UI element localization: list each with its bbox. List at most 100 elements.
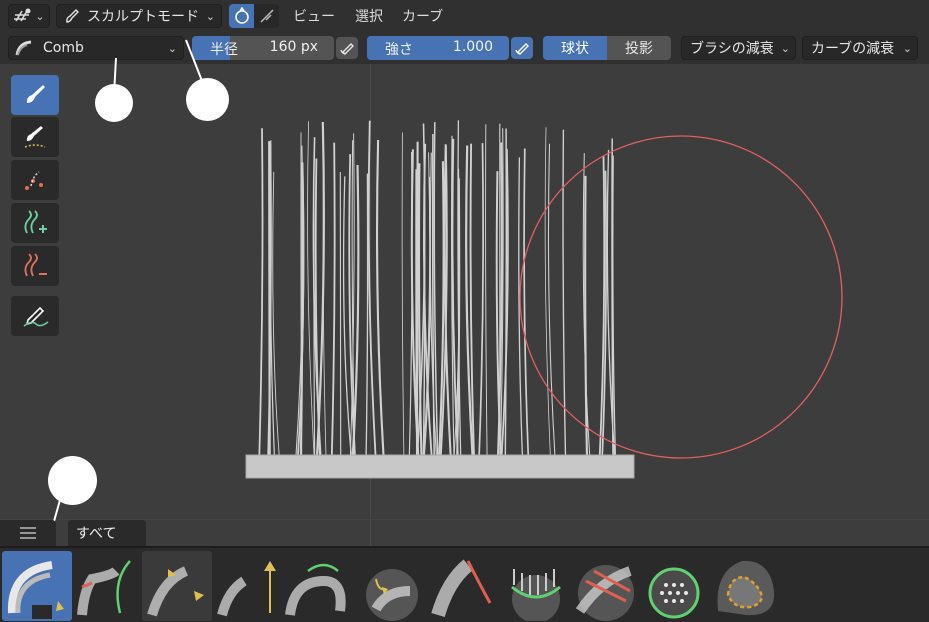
menu-view[interactable]: ビュー (293, 6, 335, 26)
curve-falloff-label: カーブの減衰 (811, 41, 895, 57)
falloff-shape-sphere-label: 球状 (561, 41, 589, 57)
falloff-shape-projected[interactable]: 投影 (607, 36, 671, 60)
hair-strand (547, 143, 556, 458)
hair-strand (365, 173, 369, 458)
tool-delete-curves[interactable] (11, 246, 59, 286)
asset-shelf (0, 546, 929, 622)
hair-strand (415, 141, 419, 458)
brush-tool-icon (26, 85, 45, 103)
tool-annotate[interactable] (11, 296, 59, 336)
callout-marker-brush (95, 84, 133, 122)
annotate-brush-icon (24, 126, 46, 148)
menu-select[interactable]: 選択 (355, 6, 383, 26)
hair-strand (268, 141, 271, 458)
radius-label: 半径 (210, 42, 238, 58)
sculpt-brush-icon (66, 8, 80, 23)
hair-strand (375, 139, 385, 458)
slide-brush-thumbnail-icon (366, 569, 418, 621)
brush-selector[interactable]: Comb ⌄ (8, 36, 184, 60)
occlusion-toggle[interactable] (229, 4, 254, 28)
hair-strand (485, 124, 488, 458)
mode-label: スカルプトモード (87, 9, 199, 25)
emitter-plane (245, 454, 635, 479)
snake-hook-brush-thumbnail-icon (285, 563, 346, 616)
comb-brush-thumbnail-icon (7, 561, 64, 619)
brush-asset-grow-shrink[interactable] (214, 551, 284, 621)
hair-curves (245, 120, 843, 479)
density-brush-thumbnail-icon (511, 569, 561, 622)
strength-pressure-toggle[interactable] (511, 37, 533, 59)
pen-pressure-icon (340, 43, 354, 55)
pinch-brush-thumbnail-icon (147, 566, 204, 617)
callout-marker-mode (186, 78, 229, 121)
grow-shrink-brush-thumbnail-icon (217, 561, 276, 617)
shelf-tab-label: すべて (76, 526, 117, 542)
hair-strand (504, 128, 508, 458)
brush-asset-density[interactable] (500, 551, 570, 622)
add-brush-thumbnail-icon (77, 560, 131, 616)
hair-strand (478, 143, 485, 458)
tool-draw-points[interactable] (11, 160, 59, 200)
cut-brush-thumbnail-icon (575, 565, 634, 621)
brush-asset-slide[interactable] (356, 551, 426, 621)
hair-strand (367, 120, 377, 458)
radius-value: 160 px (269, 39, 318, 55)
hamburger-menu-icon (20, 527, 36, 539)
brush-asset-cut[interactable] (570, 551, 640, 621)
overlay-toggle-group (229, 4, 279, 28)
shelf-menu-button[interactable] (0, 520, 56, 546)
tool-annotate-brush[interactable] (11, 117, 59, 157)
smooth-brush-thumbnail-icon (648, 567, 700, 619)
xray-icon (234, 7, 249, 24)
menu-curves[interactable]: カーブ (402, 6, 443, 26)
hair-strand (433, 122, 439, 458)
comb-brush-thumbnail-icon (15, 40, 32, 56)
brush-asset-smooth[interactable] (640, 551, 710, 621)
brush-asset-pinch[interactable] (142, 551, 212, 621)
hair-strand (523, 148, 530, 458)
shelf-tab-all[interactable]: すべて (68, 520, 146, 546)
brush-cursor-circle (519, 135, 843, 459)
tool-add-curves[interactable] (11, 203, 59, 243)
chevron-down-icon: ⌄ (902, 41, 912, 55)
curves-display-toggle[interactable] (254, 4, 279, 28)
asset-shelf-header: すべて (0, 520, 929, 546)
brush-asset-add[interactable] (72, 551, 142, 621)
transform-gizmo-icon (14, 8, 31, 22)
strength-label: 強さ (385, 42, 413, 58)
radius-slider[interactable]: 半径 160 px (192, 36, 334, 60)
annotate-pen-icon (23, 306, 49, 327)
puff-brush-thumbnail-icon (431, 559, 492, 618)
hair-strand (408, 151, 413, 458)
hair-strand (258, 128, 264, 458)
chevron-down-icon: ⌄ (205, 9, 215, 23)
pen-pressure-icon (515, 43, 529, 55)
hair-strand (330, 142, 336, 458)
brush-asset-comb[interactable] (2, 551, 72, 621)
brush-asset-selection-paint[interactable] (710, 551, 780, 621)
radius-pressure-toggle[interactable] (336, 37, 358, 59)
mode-dropdown[interactable]: スカルプトモード ⌄ (56, 4, 222, 28)
falloff-shape-sphere[interactable]: 球状 (543, 36, 607, 60)
brush-falloff-dropdown[interactable]: ブラシの減衰 ⌄ (681, 36, 796, 60)
callout-marker-shelf (48, 456, 97, 505)
draw-points-icon (25, 171, 43, 190)
falloff-shape-projected-label: 投影 (625, 41, 653, 57)
delete-curves-icon (24, 253, 47, 277)
strength-slider[interactable]: 強さ 1.000 (367, 36, 509, 60)
3d-viewport[interactable] (0, 64, 929, 546)
tool-brush[interactable] (11, 75, 59, 115)
chevron-down-icon: ⌄ (167, 41, 177, 55)
strength-value: 1.000 (452, 39, 493, 55)
brush-falloff-label: ブラシの減衰 (690, 41, 774, 57)
hair-strand (544, 127, 551, 458)
brush-asset-puff[interactable] (428, 551, 498, 621)
hair-strand (272, 171, 280, 458)
selection-paint-brush-thumbnail-icon (717, 560, 775, 616)
editor-type-dropdown[interactable]: ⌄ (8, 4, 50, 28)
brush-asset-snake-hook[interactable] (284, 551, 354, 621)
chevron-down-icon: ⌄ (35, 9, 45, 23)
curve-falloff-dropdown[interactable]: カーブの減衰 ⌄ (802, 36, 918, 60)
chevron-down-icon: ⌄ (780, 41, 790, 55)
brush-name: Comb (43, 40, 84, 56)
